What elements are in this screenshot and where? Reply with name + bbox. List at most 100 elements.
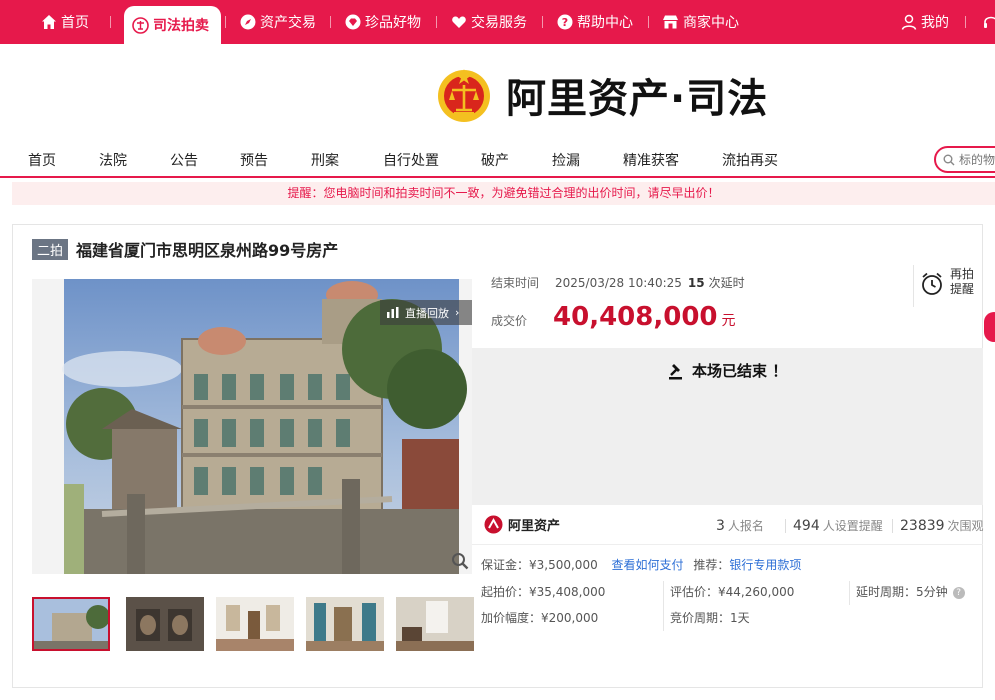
my-account-label: 我的 (921, 15, 949, 31)
nav-item-precise-leads[interactable]: 精准获客 (623, 150, 679, 170)
signup-number: 3 (716, 518, 725, 534)
side-widget-icon[interactable] (984, 312, 995, 342)
auction-ended-text: 本场已结束 ！ (692, 362, 788, 380)
tab-home[interactable]: 首页 (40, 0, 89, 44)
court-emblem-icon (132, 16, 149, 34)
end-time-label: 结束时间 (491, 276, 540, 290)
divider (110, 16, 111, 28)
divider (663, 581, 664, 631)
deposit-value: 保证金：¥3,500,000 (481, 558, 598, 572)
tab-asset-trade[interactable]: 资产交易 (239, 0, 316, 44)
live-replay-button[interactable]: 直播回放 › (380, 300, 472, 325)
nav-item-preview[interactable]: 预告 (240, 150, 268, 170)
tab-asset-trade-label: 资产交易 (260, 15, 316, 31)
divider (892, 519, 893, 533)
help-icon[interactable]: ? (952, 586, 965, 599)
stats-row: 阿里资产 3 人报名 494 人设置提醒 23839 次围观 (472, 505, 984, 545)
nav-item-bargain[interactable]: 捡漏 (552, 150, 580, 170)
nav-item-criminal[interactable]: 刑案 (311, 150, 339, 170)
recommend-label: 推荐： (693, 558, 730, 572)
end-time-value: 2025/03/28 10:40:25 (555, 276, 682, 290)
tab-trade-service[interactable]: 交易服务 (450, 0, 527, 44)
user-icon (900, 14, 917, 31)
gavel-icon (669, 363, 682, 379)
search-input[interactable] (959, 152, 995, 167)
view-unit: 次围观 (947, 519, 984, 533)
delay-count: 15 (687, 276, 705, 290)
auction-ended-box: 本场已结束 ！ (472, 348, 983, 505)
tab-help-center[interactable]: ? 帮助中心 (556, 0, 633, 44)
divider (542, 16, 543, 28)
thumbnail-1[interactable] (32, 597, 110, 651)
top-bar: 首页 司法拍卖 资产交易 珍品好物 交易服务 ? 帮助中心 商家中心 我的 (0, 0, 995, 44)
bank-special-funds-link[interactable]: 银行专用款项 (729, 558, 801, 572)
court-emblem-logo (438, 69, 490, 122)
signup-unit: 人报名 (727, 519, 764, 533)
diamond-icon (344, 14, 361, 31)
remind-label: 再拍提醒 (950, 267, 975, 296)
divider (330, 16, 331, 28)
tab-treasures[interactable]: 珍品好物 (344, 0, 421, 44)
delay-unit: 次延时 (708, 276, 745, 290)
assessed-price: 评估价：¥44,260,000 (670, 585, 795, 599)
question-icon: ? (556, 14, 573, 31)
thumbnail-strip (32, 597, 474, 653)
tab-judicial-auction[interactable]: 司法拍卖 (124, 6, 221, 44)
nav-item-court[interactable]: 法院 (99, 150, 127, 170)
tab-help-center-label: 帮助中心 (577, 15, 633, 31)
shop-icon (662, 14, 679, 31)
tab-home-label: 首页 (61, 15, 89, 31)
nav-item-self-disposal[interactable]: 自行处置 (383, 150, 439, 170)
tab-judicial-label: 司法拍卖 (153, 18, 209, 34)
deal-price-row: 成交价 40,408,000 元 (491, 302, 736, 332)
end-time-row: 结束时间 2025/03/28 10:40:25 15 次延时 (491, 274, 745, 291)
signup-count: 3 人报名 (716, 517, 764, 534)
how-to-pay-link[interactable]: 查看如何支付 (612, 558, 684, 572)
item-title-row: 二拍 福建省厦门市思明区泉州路99号房产 (32, 237, 338, 261)
divider (849, 581, 850, 605)
deposit-row: 保证金：¥3,500,000 查看如何支付 推荐：银行专用款项 (481, 556, 801, 573)
tab-trade-service-label: 交易服务 (471, 15, 527, 31)
chevron-right-icon: › (455, 306, 460, 319)
tab-merchant-center-label: 商家中心 (683, 15, 739, 31)
nav-item-home[interactable]: 首页 (28, 150, 56, 170)
my-account[interactable]: 我的 (900, 0, 949, 44)
view-count: 23839 次围观 (900, 517, 984, 534)
site-brand-name: 阿里资产·司法 (506, 76, 769, 122)
auction-detail-panel: 二拍 福建省厦门市思明区泉州路99号房产 直播回放 › 结束时间 2025/03… (12, 224, 984, 688)
tab-treasures-label: 珍品好物 (365, 15, 421, 31)
reminder-count: 494 人设置提醒 (793, 517, 883, 534)
ali-assets-icon (484, 515, 503, 534)
alarm-clock-icon (922, 272, 942, 295)
zoom-icon[interactable] (451, 552, 469, 570)
round-badge: 二拍 (32, 238, 69, 260)
compass-icon (239, 14, 256, 31)
deal-price-unit: 元 (721, 313, 736, 329)
live-replay-label: 直播回放 (405, 306, 449, 320)
view-number: 23839 (900, 518, 945, 534)
headset-icon[interactable] (983, 0, 995, 44)
svg-text:?: ? (561, 16, 567, 29)
bar-chart-icon (387, 307, 399, 318)
divider (436, 16, 437, 28)
remind-next-auction-button[interactable]: 再拍提醒 (913, 265, 983, 307)
search-box[interactable] (934, 146, 995, 173)
site-logo[interactable]: 阿里资产·司法 (436, 66, 768, 124)
bid-cycle: 竞价周期：1天 (670, 611, 750, 625)
auction-ended-message: 本场已结束 ！ (668, 360, 787, 381)
thumbnail-4[interactable] (306, 597, 384, 651)
item-title: 福建省厦门市思明区泉州路99号房产 (76, 241, 339, 260)
bid-increment: 加价幅度：¥200,000 (481, 611, 599, 625)
thumbnail-2[interactable] (126, 597, 204, 651)
thumbnail-5[interactable] (396, 597, 474, 651)
nav-item-bankruptcy[interactable]: 破产 (481, 150, 509, 170)
delay-cycle-value: 延时周期：5分钟 (856, 585, 948, 599)
nav-item-announcement[interactable]: 公告 (170, 150, 198, 170)
ali-assets-logo: 阿里资产 (484, 515, 560, 534)
home-icon (40, 14, 57, 31)
nav-item-failed-rebuy[interactable]: 流拍再买 (722, 150, 778, 170)
start-price: 起拍价：¥35,408,000 (481, 585, 606, 599)
thumbnail-3[interactable] (216, 597, 294, 651)
tab-merchant-center[interactable]: 商家中心 (662, 0, 739, 44)
auction-info: 结束时间 2025/03/28 10:40:25 15 次延时 再拍提醒 成交价… (472, 257, 983, 505)
